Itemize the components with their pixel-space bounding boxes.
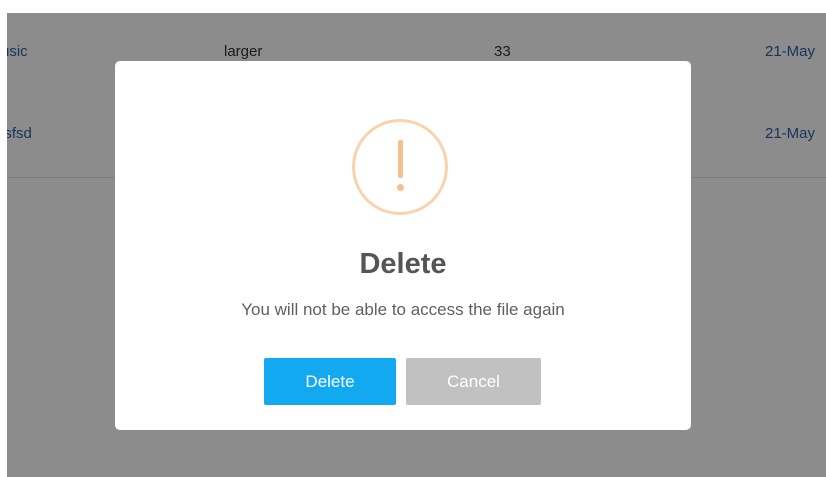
dialog-message: You will not be able to access the file … xyxy=(241,300,565,319)
dialog-title: Delete xyxy=(359,248,447,280)
screen: usic larger 33 21-May lsfsd 21-May Delet… xyxy=(0,0,826,477)
exclamation-dot xyxy=(397,184,404,191)
delete-confirm-dialog: Delete You will not be able to access th… xyxy=(115,61,691,430)
exclamation-bar xyxy=(398,140,403,178)
exclamation-icon xyxy=(352,119,448,215)
cancel-button[interactable]: Cancel xyxy=(406,358,541,405)
confirm-delete-button[interactable]: Delete xyxy=(264,358,396,405)
